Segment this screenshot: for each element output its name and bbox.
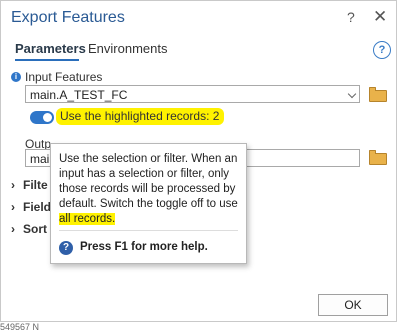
ok-button[interactable]: OK: [318, 294, 388, 316]
tooltip-highlight: all records.: [59, 213, 116, 225]
section-sort-label: Sort: [23, 222, 47, 236]
help-circle-icon: ?: [59, 241, 73, 255]
toggle-tooltip: Use the selection or filter. When an inp…: [50, 143, 247, 264]
output-browse-folder-icon[interactable]: [369, 150, 387, 165]
help-circle-icon[interactable]: ?: [373, 41, 391, 59]
tooltip-text: Use the selection or filter. When an inp…: [59, 152, 244, 227]
tooltip-body: Use the selection or filter. When an inp…: [59, 153, 238, 210]
tab-environments[interactable]: Environments: [88, 41, 167, 56]
input-features-value: main.A_TEST_FC: [30, 88, 128, 102]
section-filter[interactable]: › Filte: [11, 178, 48, 192]
toggle-knob: [43, 113, 52, 122]
input-features-select[interactable]: main.A_TEST_FC: [25, 85, 360, 103]
tab-parameters[interactable]: Parameters: [15, 41, 86, 56]
active-tab-indicator: [15, 59, 79, 61]
toggle-label: Use the highlighted records: 2: [56, 108, 225, 125]
dialog-title: Export Features: [11, 9, 125, 26]
chevron-right-icon: ›: [11, 200, 15, 214]
section-fields[interactable]: › Field: [11, 200, 51, 214]
section-filter-label: Filte: [23, 178, 48, 192]
export-features-dialog: Export Features ? ✕ Parameters Environme…: [0, 0, 397, 322]
section-sort[interactable]: › Sort: [11, 222, 47, 236]
tooltip-divider: [59, 230, 238, 231]
use-selection-toggle[interactable]: [30, 111, 54, 124]
input-features-label: Input Features: [25, 70, 103, 84]
title-help-icon[interactable]: ?: [347, 9, 355, 25]
close-icon[interactable]: ✕: [373, 7, 387, 27]
title-bar: Export Features ? ✕: [1, 1, 396, 35]
browse-folder-icon[interactable]: [369, 87, 387, 102]
section-fields-label: Field: [23, 200, 52, 214]
tooltip-help-text: Press F1 for more help.: [80, 241, 208, 253]
chevron-right-icon: ›: [11, 178, 15, 192]
chevron-down-icon[interactable]: [347, 89, 357, 99]
info-icon: i: [11, 72, 21, 82]
chevron-right-icon: ›: [11, 222, 15, 236]
